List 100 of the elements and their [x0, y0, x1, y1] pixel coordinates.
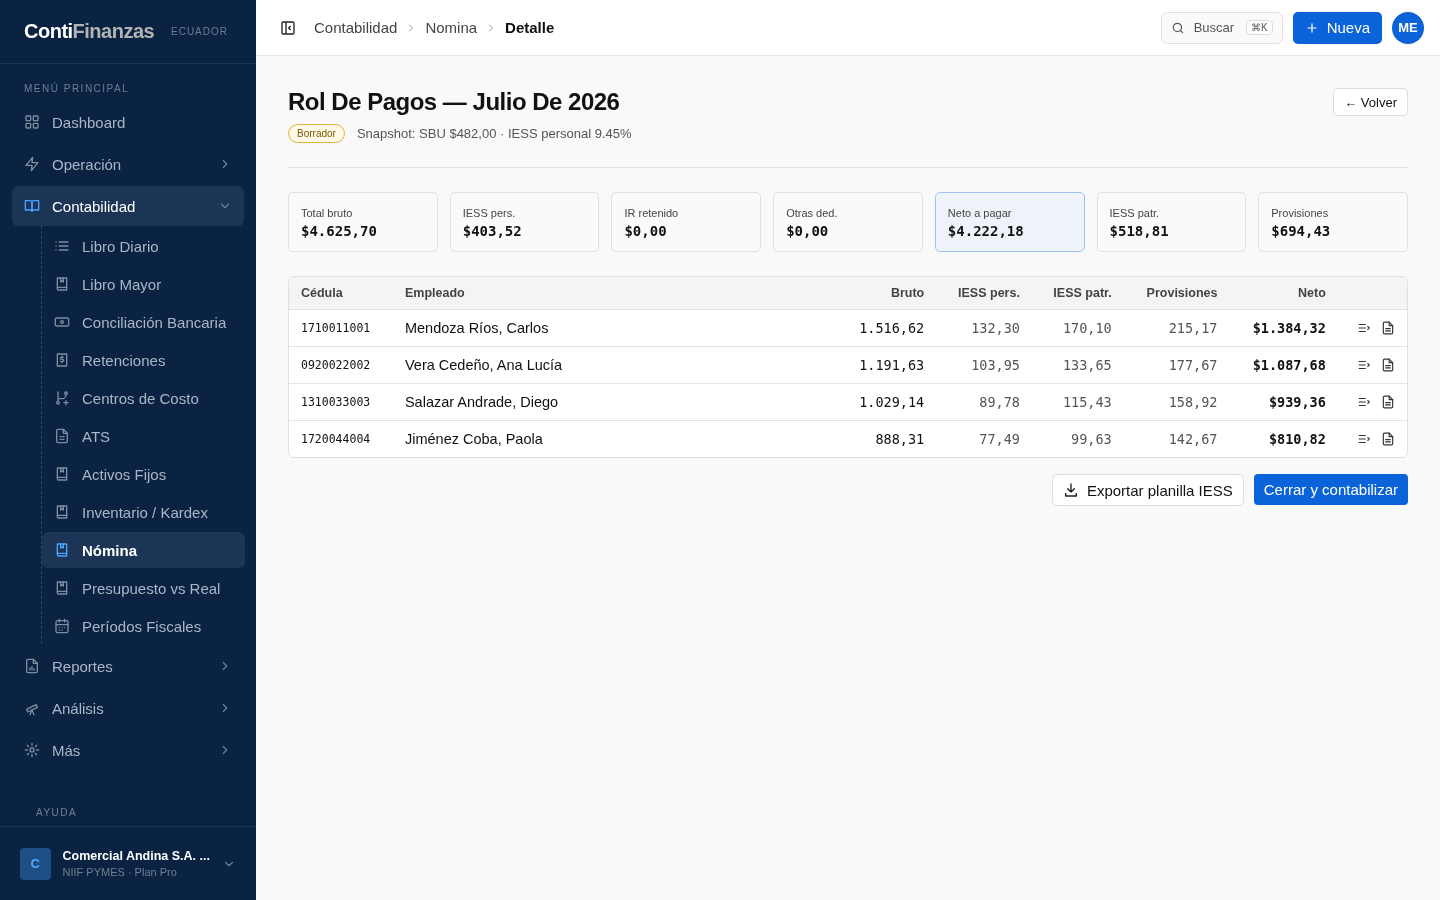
- column-header: IESS patr.: [1031, 277, 1124, 309]
- table-cell: $1.087,68: [1229, 346, 1338, 383]
- export-button[interactable]: Exportar planilla IESS: [1051, 474, 1244, 506]
- column-header: Empleado: [392, 277, 837, 309]
- lines-arrow-icon[interactable]: [1357, 395, 1371, 409]
- stat-value: $694,43: [1271, 223, 1331, 239]
- stat-label: Neto a pagar: [947, 207, 1012, 219]
- table-cell: 115,43: [1031, 383, 1124, 420]
- status-badge: Borrador: [288, 124, 345, 143]
- ledger-icon: [54, 542, 70, 558]
- ledger-icon: [54, 466, 70, 482]
- document-icon[interactable]: [1381, 358, 1395, 372]
- banknote-icon: [54, 314, 70, 330]
- company-name: Comercial Andina S.A. ...: [62, 849, 210, 863]
- grid-icon: [24, 114, 40, 130]
- table-cell: 1.029,14: [836, 383, 937, 420]
- stat-value: $0,00: [624, 223, 667, 239]
- breadcrumb-link[interactable]: Contabilidad: [314, 19, 398, 36]
- report-icon: [24, 658, 40, 674]
- stat-value: $518,81: [1109, 223, 1169, 239]
- book-icon: [24, 198, 40, 214]
- table-cell: 103,95: [936, 346, 1032, 383]
- back-button[interactable]: ← Volver: [1333, 88, 1408, 116]
- breadcrumb-link[interactable]: Nomina: [425, 19, 478, 36]
- nav-subitem[interactable]: Inventario / Kardex: [42, 494, 245, 530]
- stat-label: Total bruto: [301, 207, 353, 219]
- ledger-icon: [54, 504, 70, 520]
- sidebar-toggle-icon[interactable]: [280, 19, 296, 36]
- app-logo: ContiFinanzas: [24, 20, 155, 43]
- section-title: MENÚ PRINCIPAL: [23, 81, 131, 96]
- column-header: Provisiones: [1123, 277, 1230, 309]
- nav-subitem[interactable]: Presupuesto vs Real: [42, 570, 245, 606]
- table-cell: 132,30: [936, 309, 1032, 346]
- table-cell: 142,67: [1123, 420, 1230, 457]
- nav-subitem[interactable]: Libro Mayor: [42, 266, 245, 302]
- table-cell: $810,82: [1229, 420, 1338, 457]
- table-cell: 89,78: [936, 383, 1032, 420]
- section-title: AYUDA: [35, 806, 79, 820]
- stat-label: Provisiones: [1271, 207, 1329, 219]
- table-cell: 99,63: [1031, 420, 1124, 457]
- nav-item[interactable]: Contabilidad: [12, 186, 244, 226]
- page-title: Rol De Pagos — Julio De 2026: [288, 88, 621, 116]
- table-cell: Jiménez Coba, Paola: [392, 420, 837, 457]
- table-cell: 888,31: [836, 420, 937, 457]
- nav-subitem[interactable]: Retenciones: [42, 342, 245, 378]
- stat-value: $4.625,70: [301, 223, 377, 239]
- ledger-icon: [54, 580, 70, 596]
- company-plan: NIIF PYMES · Plan Pro: [62, 866, 177, 878]
- nav-subitem[interactable]: Períodos Fiscales: [42, 608, 245, 644]
- column-header: Bruto: [836, 277, 937, 309]
- stat-value: $0,00: [786, 223, 829, 239]
- calendar-icon: [54, 618, 70, 634]
- new-button[interactable]: Nueva: [1292, 11, 1382, 44]
- company-avatar: C: [20, 847, 51, 880]
- lines-arrow-icon[interactable]: [1357, 432, 1371, 446]
- ledger-icon: [54, 276, 70, 292]
- table-cell: 1.516,62: [836, 309, 937, 346]
- nav-subitem[interactable]: Centros de Costo: [42, 380, 245, 416]
- table-cell: 133,65: [1031, 346, 1124, 383]
- document-icon[interactable]: [1381, 321, 1395, 335]
- nav-subitem[interactable]: Conciliación Bancaria: [42, 304, 245, 340]
- nav-subitem[interactable]: Libro Diario: [42, 228, 245, 264]
- nav-item[interactable]: Análisis: [12, 688, 244, 728]
- table-cell: 215,17: [1123, 309, 1230, 346]
- snapshot-info: Snapshot: SBU $482,00 · IESS personal 9.45%: [356, 126, 632, 141]
- nav-subitem[interactable]: Activos Fijos: [42, 456, 245, 492]
- lines-arrow-icon[interactable]: [1357, 358, 1371, 372]
- document-icon[interactable]: [1381, 395, 1395, 409]
- stat-label: Otras ded.: [786, 207, 838, 219]
- lines-arrow-icon[interactable]: [1357, 321, 1371, 335]
- close-button[interactable]: Cerrar y contabilizar: [1253, 474, 1408, 505]
- table-cell: 177,67: [1123, 346, 1230, 383]
- table-cell: $1.384,32: [1229, 309, 1338, 346]
- search-icon: [1170, 20, 1185, 35]
- column-header: IESS pers.: [936, 277, 1032, 309]
- stat-value: $403,52: [462, 223, 522, 239]
- country-label: ECUADOR: [171, 26, 228, 37]
- user-avatar[interactable]: ME: [1392, 11, 1424, 44]
- table-cell: Vera Cedeño, Ana Lucía: [392, 346, 837, 383]
- nav-item[interactable]: Operación: [12, 144, 244, 184]
- nav-subitem[interactable]: ATS: [42, 418, 245, 454]
- nav-subitem[interactable]: Nómina: [42, 532, 245, 568]
- stat-value: $4.222,18: [947, 223, 1024, 239]
- table-cell: 170,10: [1031, 309, 1124, 346]
- nav-item[interactable]: Más: [12, 730, 244, 770]
- branch-icon: [54, 390, 70, 406]
- nav-item[interactable]: Reportes: [12, 646, 244, 686]
- document-icon[interactable]: [1381, 432, 1395, 446]
- stat-label: IESS patr.: [1109, 207, 1160, 219]
- table-cell: 1310033003: [289, 383, 393, 420]
- table-cell: 1.191,63: [836, 346, 937, 383]
- table-cell: 0920022002: [289, 346, 393, 383]
- nav-item[interactable]: Dashboard: [12, 102, 244, 142]
- table-cell: 1720044004: [289, 420, 393, 457]
- breadcrumb-link[interactable]: Detalle: [505, 19, 555, 36]
- table-cell: $939,36: [1229, 383, 1338, 420]
- table-cell: Mendoza Ríos, Carlos: [392, 309, 837, 346]
- list-icon: [54, 238, 70, 254]
- document-icon: [54, 428, 70, 444]
- lightning-icon: [24, 156, 40, 172]
